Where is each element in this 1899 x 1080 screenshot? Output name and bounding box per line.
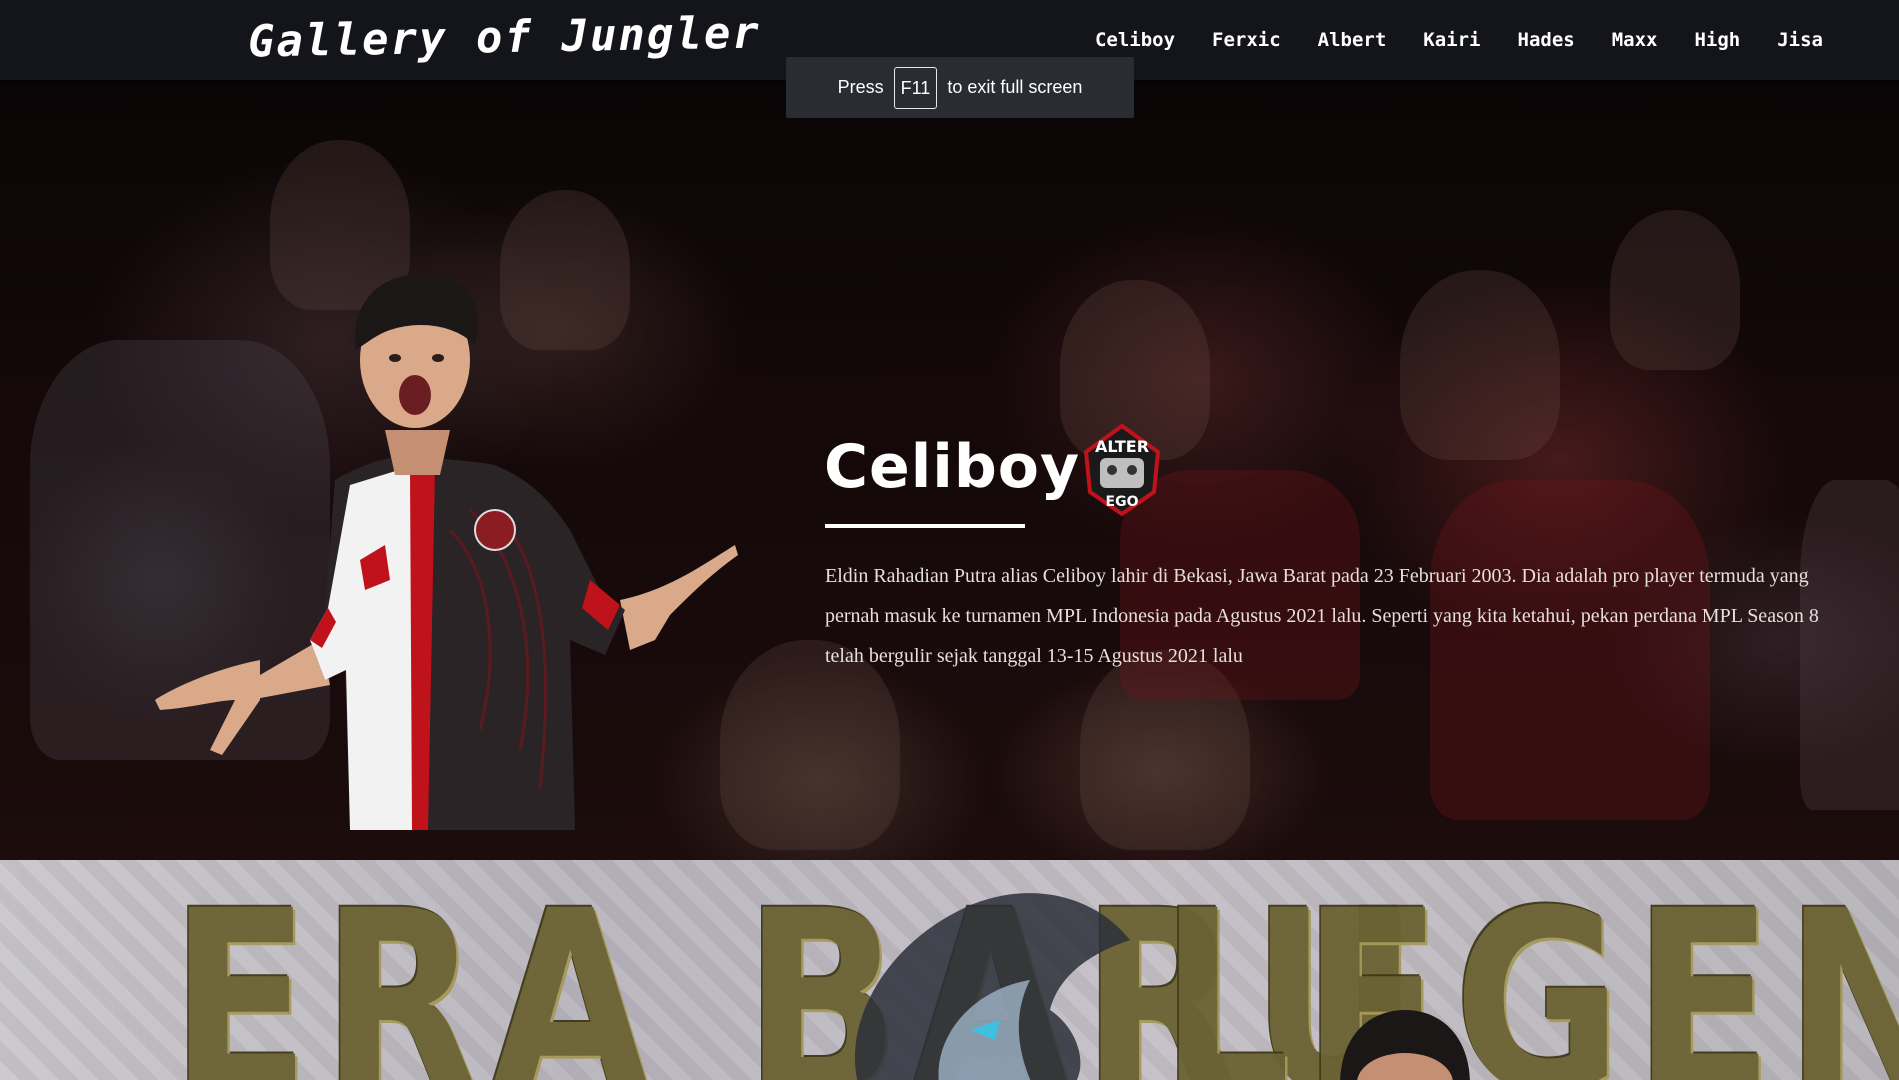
- alter-ego-logo: ALTER EGO: [1083, 423, 1161, 517]
- site-brand[interactable]: Gallery of Jungler: [248, 8, 762, 68]
- nav-link-ferxic[interactable]: Ferxic: [1212, 24, 1281, 56]
- next-section-banner: ERA BARU LEGENDS: [0, 860, 1899, 1080]
- logo-text-top: ALTER: [1095, 437, 1149, 456]
- nav-link-kairi[interactable]: Kairi: [1423, 24, 1480, 56]
- nav-link-high[interactable]: High: [1694, 24, 1740, 56]
- nav-link-albert[interactable]: Albert: [1318, 24, 1387, 56]
- toast-text-before: Press: [837, 77, 884, 97]
- fullscreen-toast: Press F11 to exit full screen: [786, 57, 1134, 118]
- nav-link-celiboy[interactable]: Celiboy: [1095, 24, 1175, 56]
- f11-key-badge: F11: [893, 66, 938, 109]
- toast-text-after: to exit full screen: [947, 77, 1083, 97]
- player-name-heading: Celiboy: [824, 432, 1081, 502]
- nav-links: Celiboy Ferxic Albert Kairi Hades Maxx H…: [1058, 24, 1823, 56]
- player-cutout-image: [155, 274, 738, 830]
- nav-link-jisa[interactable]: Jisa: [1777, 24, 1823, 56]
- player-head-image: [1340, 1010, 1470, 1080]
- player-description: Eldin Rahadian Putra alias Celiboy lahir…: [825, 565, 1819, 667]
- wolf-logo-image: [854, 893, 1130, 1080]
- nav-link-maxx[interactable]: Maxx: [1612, 24, 1658, 56]
- hero-section: ALTER EGO Celiboy Eldin Rahadian Putra a…: [0, 80, 1899, 860]
- name-underline: [825, 524, 1025, 528]
- logo-text-bottom: EGO: [1106, 494, 1139, 510]
- nav-link-hades[interactable]: Hades: [1518, 24, 1575, 56]
- banner-text-right: LEGENDS: [1160, 860, 1899, 1080]
